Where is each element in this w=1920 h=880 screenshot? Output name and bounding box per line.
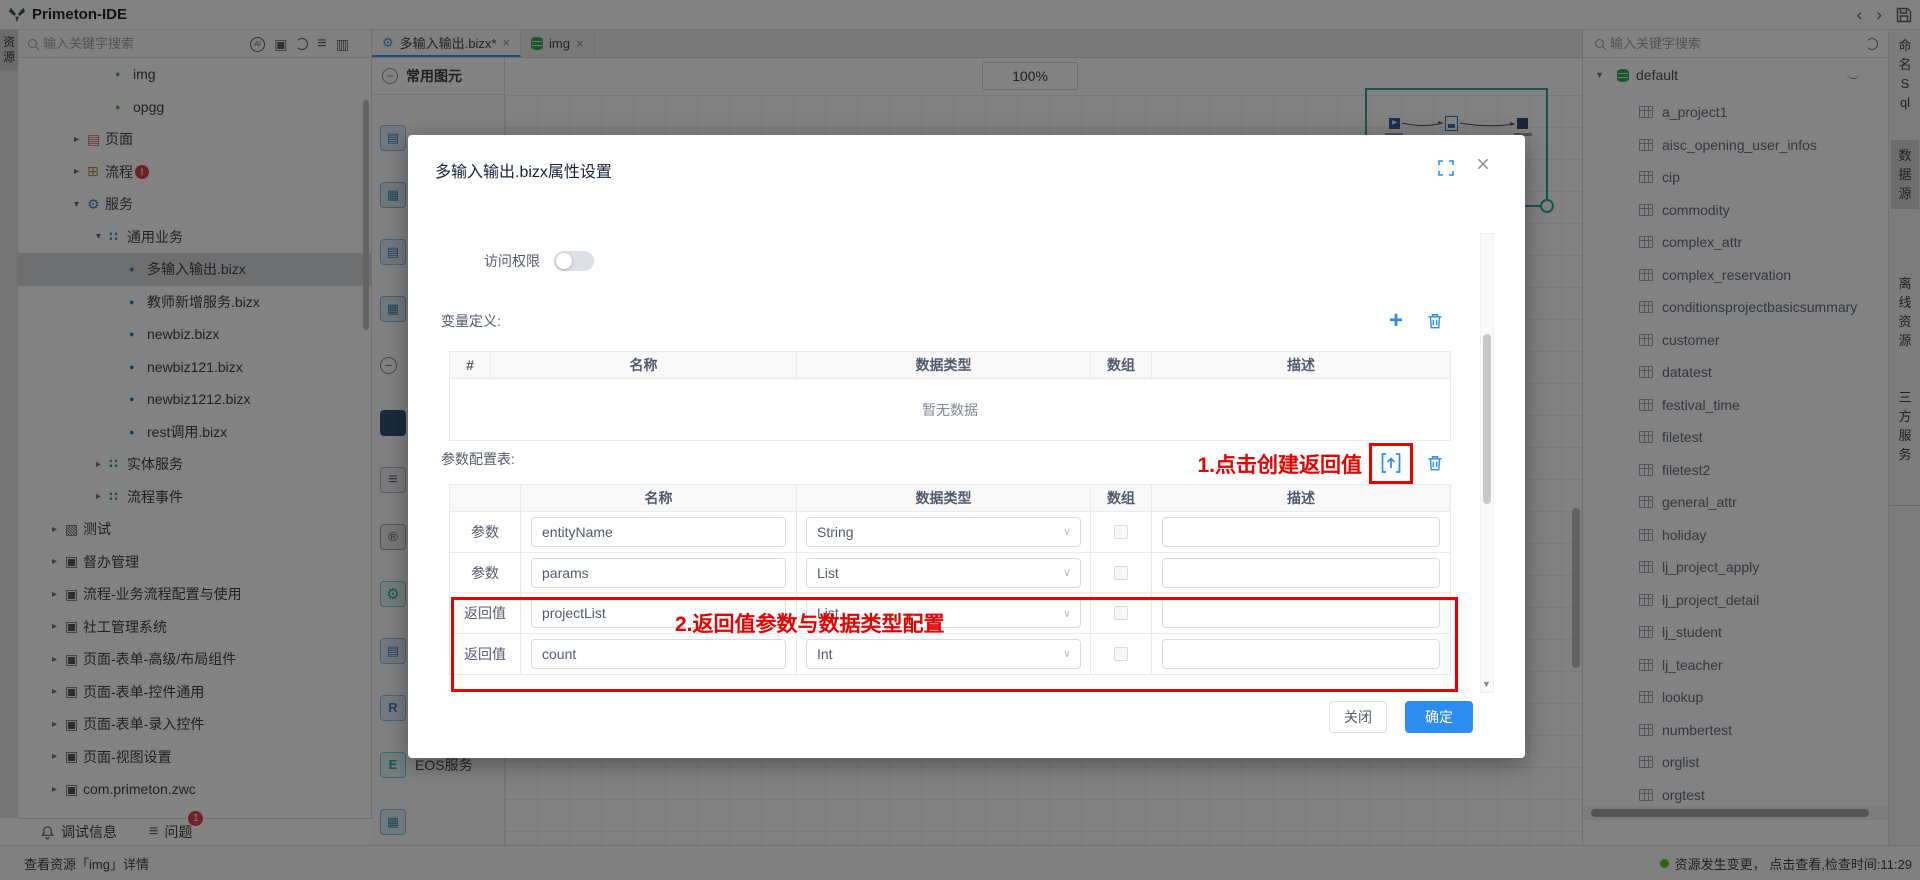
- delete-param-icon[interactable]: [1425, 453, 1445, 473]
- maximize-icon[interactable]: [1438, 160, 1454, 181]
- param-desc-input[interactable]: [1162, 517, 1440, 547]
- param-desc-input[interactable]: [1162, 558, 1440, 588]
- column-header: 名称: [491, 352, 797, 378]
- chevron-down-icon: [1063, 525, 1071, 538]
- annotation-box-step2: [451, 597, 1458, 692]
- delete-variable-icon[interactable]: [1425, 311, 1445, 331]
- param-name-input[interactable]: [531, 558, 786, 588]
- scroll-down-icon[interactable]: ▼: [1482, 679, 1491, 689]
- empty-placeholder: 暂无数据: [450, 378, 1450, 440]
- params-label: 参数配置表:: [441, 451, 515, 467]
- column-header: 描述: [1152, 485, 1450, 511]
- array-checkbox[interactable]: [1114, 566, 1128, 580]
- column-header: 数组: [1091, 352, 1152, 378]
- toggle-knob: [556, 253, 572, 269]
- access-label: 访问权限: [484, 251, 540, 271]
- column-header: 名称: [521, 485, 797, 511]
- column-header: 数据类型: [797, 485, 1091, 511]
- variables-section-header: 变量定义:: [441, 311, 1493, 331]
- column-header: 数据类型: [797, 352, 1091, 378]
- annotation-box-step1: [1369, 443, 1413, 484]
- dialog-scrollbar[interactable]: [1480, 233, 1494, 693]
- column-header: [450, 485, 521, 511]
- column-header: #: [450, 352, 491, 378]
- access-toggle[interactable]: [554, 251, 594, 271]
- params-table-header: 名称 数据类型 数组 描述: [450, 485, 1450, 511]
- close-icon[interactable]: [1476, 153, 1490, 177]
- close-button[interactable]: 关闭: [1329, 701, 1387, 733]
- datatype-select[interactable]: String: [806, 517, 1081, 547]
- add-variable-icon[interactable]: [1389, 311, 1403, 331]
- datatype-value: List: [817, 565, 839, 581]
- variables-label: 变量定义:: [441, 313, 501, 329]
- annotation-step1: 1.点击创建返回值: [1090, 449, 1362, 479]
- variables-table-header: # 名称 数据类型 数组 描述: [450, 352, 1450, 378]
- array-checkbox[interactable]: [1114, 525, 1128, 539]
- ok-button[interactable]: 确定: [1405, 701, 1473, 733]
- column-header: 描述: [1152, 352, 1450, 378]
- param-row: 参数 List: [450, 552, 1450, 593]
- datatype-select[interactable]: List: [806, 558, 1081, 588]
- column-header: 数组: [1091, 485, 1152, 511]
- datatype-value: String: [817, 524, 854, 540]
- dialog-scroll-thumb[interactable]: [1483, 334, 1491, 504]
- param-type: 参数: [450, 553, 521, 593]
- param-name-input[interactable]: [531, 517, 786, 547]
- dialog-title: 多输入输出.bizx属性设置: [435, 158, 612, 182]
- param-row: 参数 String: [450, 511, 1450, 552]
- variables-table: # 名称 数据类型 数组 描述 暂无数据: [449, 351, 1451, 441]
- param-type: 参数: [450, 512, 521, 552]
- access-row: 访问权限: [484, 251, 594, 271]
- chevron-down-icon: [1063, 566, 1071, 579]
